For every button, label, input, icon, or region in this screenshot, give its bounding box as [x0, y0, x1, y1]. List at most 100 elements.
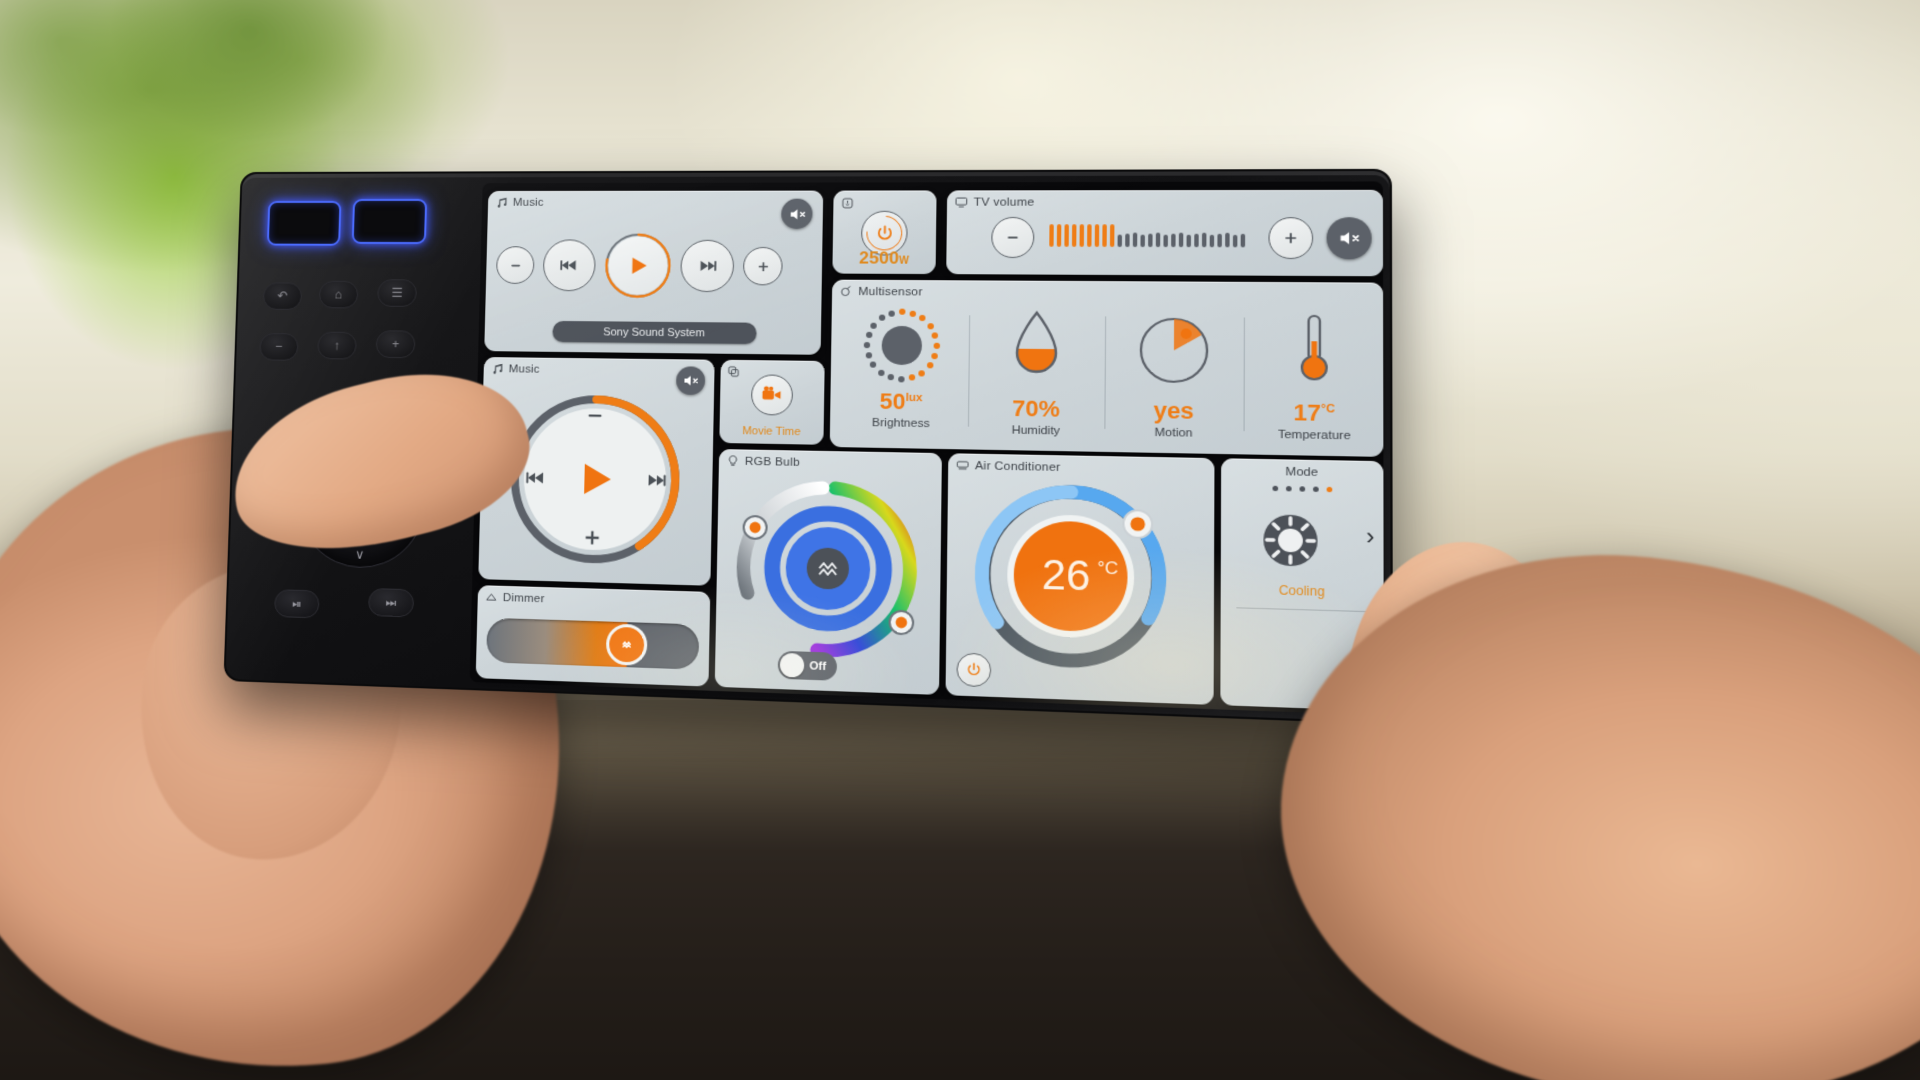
power-value: 2500W	[832, 248, 935, 269]
tv-volume-bar	[1087, 224, 1092, 247]
card-multisensor[interactable]: Multisensor 50lux Brightness 70% Humidit…	[830, 280, 1384, 457]
mode-dot[interactable]	[1312, 487, 1318, 492]
led-button-2[interactable]	[352, 199, 427, 244]
tv-volume-bar	[1064, 224, 1069, 247]
tv-volume-bar	[1156, 233, 1160, 248]
play-button-wrap	[604, 233, 672, 299]
tv-volume-bar	[1072, 224, 1077, 247]
music-top-transport-row	[496, 232, 784, 299]
sensor-brightness[interactable]: 50lux Brightness	[834, 306, 969, 441]
play-icon	[570, 454, 620, 503]
ac-temperature-dial[interactable]: 26 °C	[961, 474, 1181, 680]
mode-dot[interactable]	[1299, 486, 1305, 491]
card-power-meter[interactable]: 2500W	[832, 190, 936, 274]
home-key[interactable]: ⌂	[319, 281, 359, 309]
card-music-top-header: Music	[488, 191, 823, 209]
previous-track-button[interactable]	[543, 239, 596, 291]
next-track-button[interactable]	[643, 468, 668, 498]
card-music-top[interactable]: Music Sony Sound System	[484, 191, 823, 355]
rgb-bulb-toggle[interactable]: Off	[778, 651, 837, 681]
sensor-humidity[interactable]: 70% Humidity	[968, 307, 1105, 443]
sensor-icon	[839, 285, 853, 298]
sensor-temperature[interactable]: 17°C Temperature	[1243, 309, 1383, 448]
play-icon	[624, 253, 651, 279]
next-key[interactable]: ⏭	[368, 588, 414, 617]
mode-divider	[1236, 607, 1367, 612]
tv-volume-bar	[1118, 235, 1122, 247]
up-key[interactable]: ↑	[317, 332, 357, 360]
power-plug-icon	[841, 197, 855, 210]
ac-power-button[interactable]	[956, 653, 991, 688]
touchscreen[interactable]: Music Sony Sound System 2500W TV volume …	[470, 181, 1384, 715]
brightness-dot	[864, 342, 870, 348]
card-air-conditioner[interactable]: Air Conditioner 26 °C	[946, 453, 1215, 705]
play-button[interactable]	[570, 454, 620, 509]
brightness-dot	[865, 352, 871, 358]
card-multisensor-header: Multisensor	[832, 280, 1383, 302]
brightness-dot	[878, 315, 884, 321]
mode-dot[interactable]	[1285, 486, 1291, 491]
mute-icon	[1338, 228, 1361, 249]
mute-button[interactable]	[676, 366, 705, 395]
tv-volume-bar	[1140, 235, 1144, 247]
tv-volume-bar	[1187, 235, 1191, 247]
mode-step-dots[interactable]	[1221, 485, 1383, 494]
minus-key[interactable]: −	[259, 333, 298, 361]
card-movie-time[interactable]: Movie Time	[719, 360, 824, 445]
tv-volume-bar	[1133, 233, 1137, 248]
mode-next-chevron-top[interactable]: ›	[1366, 523, 1374, 551]
brightness-dot	[870, 362, 876, 368]
dimmer-slider-track[interactable]	[486, 618, 699, 670]
mode-dot[interactable]	[1272, 486, 1278, 491]
mode-fan-button[interactable]	[1259, 510, 1322, 577]
brightness-value: 50lux	[834, 388, 968, 417]
previous-track-button[interactable]	[524, 466, 549, 496]
volume-down-button[interactable]	[496, 246, 535, 284]
volume-minus-button[interactable]	[584, 404, 607, 432]
movie-time-button[interactable]	[751, 374, 793, 415]
bulb-filament-icon	[617, 635, 636, 654]
tv-volume-bar	[1217, 234, 1221, 248]
card-dimmer-header: Dimmer	[478, 585, 711, 610]
tv-volume-bar	[1163, 235, 1167, 247]
plus-key[interactable]: +	[376, 330, 416, 358]
temperature-label: Temperature	[1244, 428, 1384, 443]
tv-volume-bar	[1233, 235, 1237, 248]
sensor-motion[interactable]: yes Motion	[1104, 308, 1244, 446]
tv-volume-bar	[1202, 233, 1206, 248]
wheel-down-icon[interactable]: ∨	[355, 547, 365, 563]
brightness-dot	[871, 322, 877, 328]
dimmer-slider-handle[interactable]	[606, 624, 648, 666]
brightness-dot	[898, 376, 904, 382]
card-tv-volume[interactable]: TV volume	[946, 190, 1383, 276]
thermometer-icon	[1292, 309, 1337, 390]
tv-volume-bar	[1057, 224, 1062, 247]
tv-icon	[954, 196, 968, 209]
play-pause-key[interactable]: ⏯	[274, 589, 320, 618]
led-button-1[interactable]	[267, 201, 342, 246]
tv-mute-button[interactable]	[1327, 217, 1372, 259]
movie-time-label: Movie Time	[719, 425, 823, 439]
mute-button[interactable]	[781, 199, 813, 229]
card-rgb-bulb[interactable]: RGB Bulb Off	[715, 449, 942, 695]
card-dimmer[interactable]: Dimmer	[476, 585, 711, 686]
brightness-dot	[932, 353, 938, 359]
menu-key[interactable]: ☰	[377, 279, 417, 307]
brightness-dial[interactable]	[861, 306, 942, 385]
back-key[interactable]: ↶	[263, 282, 302, 310]
tv-volume-bar-meter[interactable]	[1049, 224, 1245, 247]
card-dimmer-title: Dimmer	[503, 591, 545, 604]
power-icon	[874, 223, 894, 242]
tv-volume-bar	[1049, 224, 1054, 247]
volume-up-button[interactable]	[743, 247, 783, 286]
volume-plus-button[interactable]	[581, 526, 604, 554]
tv-volume-down-button[interactable]	[991, 217, 1034, 258]
next-track-button[interactable]	[680, 240, 734, 292]
tv-volume-bar	[1241, 234, 1245, 248]
music-volume-dial[interactable]	[506, 391, 684, 568]
mode-dot[interactable]	[1326, 487, 1332, 492]
music-device-label[interactable]: Sony Sound System	[552, 321, 756, 344]
brightness-dot	[887, 374, 893, 380]
tv-volume-up-button[interactable]	[1268, 217, 1313, 259]
mute-icon	[788, 205, 806, 222]
